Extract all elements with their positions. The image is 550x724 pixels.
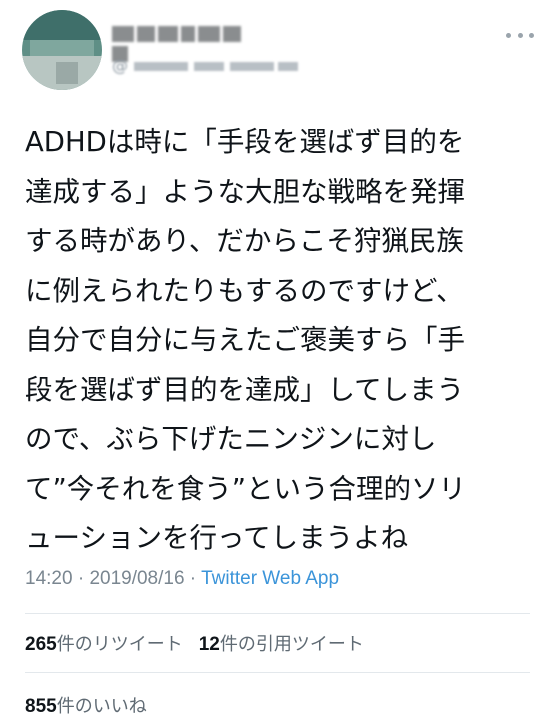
tweet-line: 自分で自分に与えたご褒美すら「手: [25, 324, 465, 356]
quotes-label: 件の引用ツイート: [219, 634, 364, 654]
avatar-blur-block: [22, 10, 102, 40]
avatar[interactable]: [22, 10, 102, 90]
divider: [25, 613, 530, 614]
meta-separator: ·: [72, 568, 90, 589]
more-options-icon[interactable]: [506, 28, 534, 42]
dot: [506, 32, 511, 38]
quote-tweets-stat[interactable]: 12件の引用ツイート: [198, 634, 364, 655]
tweet-source-link[interactable]: Twitter Web App: [201, 568, 339, 589]
likes-stats-row: 855件のいいね: [25, 692, 147, 718]
divider: [25, 672, 530, 673]
avatar-blur-block: [30, 40, 94, 56]
tweet-line: に例えられたりもするのですけど、: [25, 274, 464, 307]
dot: [529, 32, 534, 38]
avatar-blur-block: [56, 62, 78, 84]
display-name-obscured[interactable]: [112, 26, 262, 62]
tweet-time[interactable]: 14:20: [25, 568, 73, 589]
engagement-stats-row: 265件のリツイート 12件の引用ツイート: [25, 630, 364, 656]
tweet-line: ューションを行ってしまうよね: [25, 522, 409, 554]
tweet-meta: 14:20 · 2019/08/16 · Twitter Web App: [25, 568, 339, 590]
tweet-header: @: [0, 0, 550, 100]
likes-stat[interactable]: 855件のいいね: [25, 696, 147, 717]
tweet-line: 達成する」ような大胆な戦略を発揮: [25, 175, 465, 208]
dot: [517, 32, 523, 38]
tweet-line: て”今それを食う”という合理的ソリ: [25, 472, 466, 505]
retweets-count: 265: [25, 634, 57, 655]
retweets-stat[interactable]: 265件のリツイート: [25, 634, 183, 655]
meta-separator: ·: [184, 568, 202, 589]
tweet-date[interactable]: 2019/08/16: [89, 568, 184, 589]
user-handle-obscured[interactable]: @: [112, 56, 302, 75]
tweet-line: ので、ぶら下げたニンジンに対し: [25, 423, 437, 455]
tweet-body: ADHDは時に「手段を選ばず目的を 達成する」ような大胆な戦略を発揮 する時があ…: [25, 118, 525, 564]
tweet-line: ADHDは時に「手段を選ばず目的を: [25, 126, 465, 158]
tweet-line: する時があり、だからこそ狩猟民族: [25, 225, 464, 257]
tweet-line: 段を選ばず目的を達成」してしまう: [25, 373, 465, 406]
likes-label: 件のいいね: [56, 696, 147, 716]
likes-count: 855: [25, 696, 57, 717]
retweets-label: 件のリツイート: [56, 634, 183, 654]
quotes-count: 12: [198, 634, 220, 655]
